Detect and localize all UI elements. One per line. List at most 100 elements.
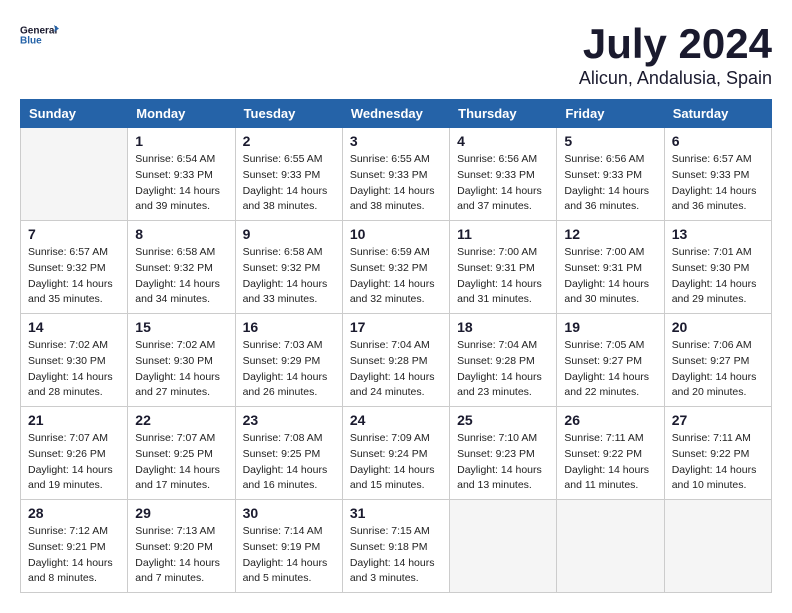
calendar-cell xyxy=(21,128,128,221)
calendar-cell: 7 Sunrise: 6:57 AMSunset: 9:32 PMDaylight… xyxy=(21,221,128,314)
calendar-cell: 15 Sunrise: 7:02 AMSunset: 9:30 PMDayligh… xyxy=(128,314,235,407)
svg-text:Blue: Blue xyxy=(20,36,42,47)
day-number: 18 xyxy=(457,319,549,335)
weekday-header-cell: Wednesday xyxy=(342,100,449,128)
day-number: 24 xyxy=(350,412,442,428)
day-info: Sunrise: 6:58 AMSunset: 9:32 PMDaylight:… xyxy=(243,245,335,308)
day-number: 21 xyxy=(28,412,120,428)
calendar-week-row: 7 Sunrise: 6:57 AMSunset: 9:32 PMDaylight… xyxy=(21,221,772,314)
svg-text:General: General xyxy=(20,26,57,37)
day-info: Sunrise: 6:57 AMSunset: 9:33 PMDaylight:… xyxy=(672,152,764,215)
day-number: 5 xyxy=(564,133,656,149)
day-info: Sunrise: 6:57 AMSunset: 9:32 PMDaylight:… xyxy=(28,245,120,308)
calendar-week-row: 1 Sunrise: 6:54 AMSunset: 9:33 PMDaylight… xyxy=(21,128,772,221)
weekday-header-cell: Tuesday xyxy=(235,100,342,128)
day-number: 4 xyxy=(457,133,549,149)
day-info: Sunrise: 7:03 AMSunset: 9:29 PMDaylight:… xyxy=(243,338,335,401)
day-number: 12 xyxy=(564,226,656,242)
calendar-cell: 13 Sunrise: 7:01 AMSunset: 9:30 PMDayligh… xyxy=(664,221,771,314)
calendar-cell: 12Sunrise: 7:00 AMSunset: 9:31 PMDayligh… xyxy=(557,221,664,314)
weekday-header-row: SundayMondayTuesdayWednesdayThursdayFrid… xyxy=(21,100,772,128)
day-number: 30 xyxy=(243,505,335,521)
day-number: 3 xyxy=(350,133,442,149)
day-info: Sunrise: 6:54 AMSunset: 9:33 PMDaylight:… xyxy=(135,152,227,215)
day-number: 13 xyxy=(672,226,764,242)
day-info: Sunrise: 7:08 AMSunset: 9:25 PMDaylight:… xyxy=(243,431,335,494)
day-number: 1 xyxy=(135,133,227,149)
calendar-cell: 29 Sunrise: 7:13 AMSunset: 9:20 PMDayligh… xyxy=(128,500,235,593)
day-info: Sunrise: 7:06 AMSunset: 9:27 PMDaylight:… xyxy=(672,338,764,401)
day-number: 28 xyxy=(28,505,120,521)
day-info: Sunrise: 7:01 AMSunset: 9:30 PMDaylight:… xyxy=(672,245,764,308)
day-number: 8 xyxy=(135,226,227,242)
day-info: Sunrise: 7:11 AMSunset: 9:22 PMDaylight:… xyxy=(564,431,656,494)
calendar-cell: 28 Sunrise: 7:12 AMSunset: 9:21 PMDayligh… xyxy=(21,500,128,593)
calendar-cell: 10 Sunrise: 6:59 AMSunset: 9:32 PMDayligh… xyxy=(342,221,449,314)
day-number: 20 xyxy=(672,319,764,335)
day-info: Sunrise: 7:07 AMSunset: 9:25 PMDaylight:… xyxy=(135,431,227,494)
calendar-cell: 3 Sunrise: 6:55 AMSunset: 9:33 PMDaylight… xyxy=(342,128,449,221)
day-number: 25 xyxy=(457,412,549,428)
day-number: 31 xyxy=(350,505,442,521)
calendar-cell: 30Sunrise: 7:14 AMSunset: 9:19 PMDayligh… xyxy=(235,500,342,593)
title-block: July 2024 Alicun, Andalusia, Spain xyxy=(579,20,772,89)
day-number: 9 xyxy=(243,226,335,242)
calendar-week-row: 14 Sunrise: 7:02 AMSunset: 9:30 PMDayligh… xyxy=(21,314,772,407)
weekday-header-cell: Sunday xyxy=(21,100,128,128)
weekday-header-cell: Thursday xyxy=(450,100,557,128)
calendar-cell: 5Sunrise: 6:56 AMSunset: 9:33 PMDaylight… xyxy=(557,128,664,221)
day-number: 10 xyxy=(350,226,442,242)
day-number: 14 xyxy=(28,319,120,335)
calendar-cell xyxy=(664,500,771,593)
calendar-cell: 2 Sunrise: 6:55 AMSunset: 9:33 PMDaylight… xyxy=(235,128,342,221)
calendar-cell: 16 Sunrise: 7:03 AMSunset: 9:29 PMDayligh… xyxy=(235,314,342,407)
day-info: Sunrise: 7:02 AMSunset: 9:30 PMDaylight:… xyxy=(28,338,120,401)
calendar-cell: 23 Sunrise: 7:08 AMSunset: 9:25 PMDayligh… xyxy=(235,407,342,500)
day-number: 6 xyxy=(672,133,764,149)
day-number: 19 xyxy=(564,319,656,335)
day-info: Sunrise: 7:09 AMSunset: 9:24 PMDaylight:… xyxy=(350,431,442,494)
weekday-header-cell: Saturday xyxy=(664,100,771,128)
weekday-header-cell: Monday xyxy=(128,100,235,128)
calendar-week-row: 28 Sunrise: 7:12 AMSunset: 9:21 PMDayligh… xyxy=(21,500,772,593)
day-info: Sunrise: 7:04 AMSunset: 9:28 PMDaylight:… xyxy=(350,338,442,401)
calendar-cell: 26Sunrise: 7:11 AMSunset: 9:22 PMDayligh… xyxy=(557,407,664,500)
day-info: Sunrise: 6:55 AMSunset: 9:33 PMDaylight:… xyxy=(350,152,442,215)
day-number: 29 xyxy=(135,505,227,521)
day-number: 16 xyxy=(243,319,335,335)
day-info: Sunrise: 6:56 AMSunset: 9:33 PMDaylight:… xyxy=(457,152,549,215)
day-number: 23 xyxy=(243,412,335,428)
day-info: Sunrise: 7:13 AMSunset: 9:20 PMDaylight:… xyxy=(135,524,227,587)
calendar-cell: 21 Sunrise: 7:07 AMSunset: 9:26 PMDayligh… xyxy=(21,407,128,500)
calendar-table: SundayMondayTuesdayWednesdayThursdayFrid… xyxy=(20,99,772,593)
day-info: Sunrise: 7:12 AMSunset: 9:21 PMDaylight:… xyxy=(28,524,120,587)
day-info: Sunrise: 7:11 AMSunset: 9:22 PMDaylight:… xyxy=(672,431,764,494)
page-header: General Blue July 2024 Alicun, Andalusia… xyxy=(20,20,772,89)
calendar-cell xyxy=(450,500,557,593)
calendar-body: 1 Sunrise: 6:54 AMSunset: 9:33 PMDaylight… xyxy=(21,128,772,593)
day-number: 17 xyxy=(350,319,442,335)
month-title: July 2024 xyxy=(579,20,772,68)
calendar-week-row: 21 Sunrise: 7:07 AMSunset: 9:26 PMDayligh… xyxy=(21,407,772,500)
calendar-cell: 4 Sunrise: 6:56 AMSunset: 9:33 PMDaylight… xyxy=(450,128,557,221)
day-number: 7 xyxy=(28,226,120,242)
calendar-cell: 19Sunrise: 7:05 AMSunset: 9:27 PMDayligh… xyxy=(557,314,664,407)
calendar-cell: 6 Sunrise: 6:57 AMSunset: 9:33 PMDaylight… xyxy=(664,128,771,221)
day-info: Sunrise: 6:55 AMSunset: 9:33 PMDaylight:… xyxy=(243,152,335,215)
day-number: 27 xyxy=(672,412,764,428)
logo-icon: General Blue xyxy=(20,20,60,50)
day-info: Sunrise: 7:02 AMSunset: 9:30 PMDaylight:… xyxy=(135,338,227,401)
weekday-header-cell: Friday xyxy=(557,100,664,128)
day-info: Sunrise: 7:04 AMSunset: 9:28 PMDaylight:… xyxy=(457,338,549,401)
calendar-cell: 22 Sunrise: 7:07 AMSunset: 9:25 PMDayligh… xyxy=(128,407,235,500)
day-info: Sunrise: 7:10 AMSunset: 9:23 PMDaylight:… xyxy=(457,431,549,494)
day-info: Sunrise: 6:59 AMSunset: 9:32 PMDaylight:… xyxy=(350,245,442,308)
calendar-cell: 17 Sunrise: 7:04 AMSunset: 9:28 PMDayligh… xyxy=(342,314,449,407)
day-number: 2 xyxy=(243,133,335,149)
calendar-cell: 9 Sunrise: 6:58 AMSunset: 9:32 PMDaylight… xyxy=(235,221,342,314)
calendar-cell: 20 Sunrise: 7:06 AMSunset: 9:27 PMDayligh… xyxy=(664,314,771,407)
day-number: 15 xyxy=(135,319,227,335)
calendar-cell: 8Sunrise: 6:58 AMSunset: 9:32 PMDaylight… xyxy=(128,221,235,314)
day-info: Sunrise: 7:07 AMSunset: 9:26 PMDaylight:… xyxy=(28,431,120,494)
day-number: 22 xyxy=(135,412,227,428)
